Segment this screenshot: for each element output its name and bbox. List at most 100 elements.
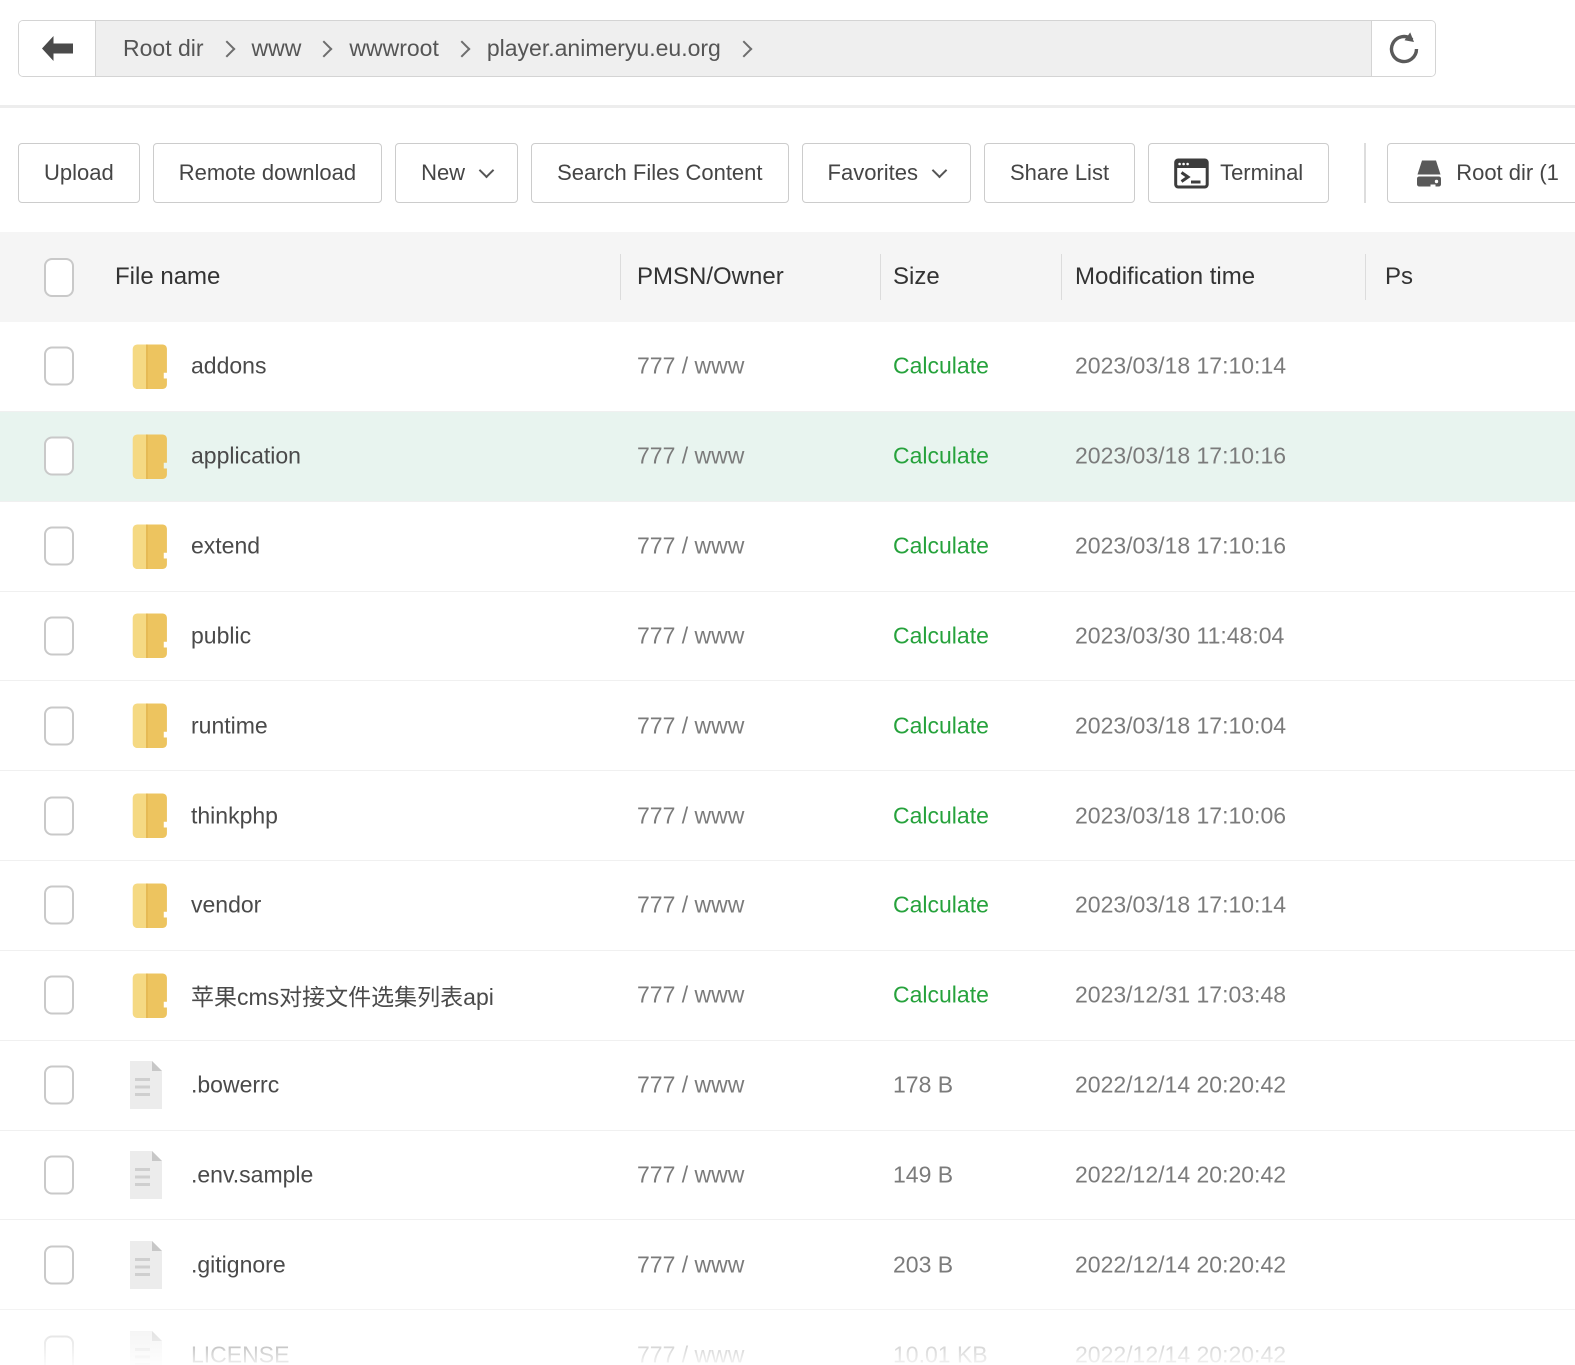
breadcrumb-item[interactable]: www	[252, 35, 302, 62]
file-name-link[interactable]: LICENSE	[191, 1341, 289, 1365]
size-calculate-link[interactable]: Calculate	[893, 443, 989, 470]
header-ps[interactable]: Ps	[1385, 263, 1413, 291]
chevron-right-icon	[218, 40, 235, 57]
table-row[interactable]: .bowerrc 777 / www 178 B 2022/12/14 20:2…	[0, 1041, 1575, 1131]
select-all-checkbox[interactable]	[44, 258, 74, 297]
table-row[interactable]: application 777 / www Calculate 2023/03/…	[0, 412, 1575, 502]
row-checkbox[interactable]	[44, 1245, 74, 1284]
file-icon	[126, 1056, 176, 1114]
terminal-icon	[1174, 158, 1209, 189]
modification-time-value: 2023/03/18 17:10:14	[1075, 353, 1286, 380]
pmsn-owner-value: 777 / www	[637, 712, 744, 739]
header-modification-time[interactable]: Modification time	[1075, 263, 1255, 291]
folder-glyph	[126, 968, 172, 1023]
size-calculate-link[interactable]: Calculate	[893, 892, 989, 919]
table-row[interactable]: vendor 777 / www Calculate 2023/03/18 17…	[0, 861, 1575, 951]
folder-icon	[126, 697, 176, 755]
file-name-link[interactable]: addons	[191, 353, 266, 380]
row-checkbox[interactable]	[44, 437, 74, 476]
row-checkbox[interactable]	[44, 1066, 74, 1105]
header-size[interactable]: Size	[893, 263, 940, 291]
root-dir-disk-button[interactable]: Root dir (1	[1387, 143, 1575, 203]
modification-time-value: 2023/12/31 17:03:48	[1075, 982, 1286, 1009]
file-name-link[interactable]: .bowerrc	[191, 1072, 279, 1099]
breadcrumb-item[interactable]: Root dir	[123, 35, 204, 62]
remote-download-button[interactable]: Remote download	[153, 143, 382, 203]
row-checkbox[interactable]	[44, 616, 74, 655]
row-checkbox[interactable]	[44, 347, 74, 386]
share-list-button[interactable]: Share List	[984, 143, 1135, 203]
pmsn-owner-value: 777 / www	[637, 622, 744, 649]
row-checkbox[interactable]	[44, 527, 74, 566]
folder-icon	[126, 517, 176, 575]
modification-time-value: 2023/03/18 17:10:16	[1075, 443, 1286, 470]
modification-time-value: 2023/03/18 17:10:14	[1075, 892, 1286, 919]
modification-time-value: 2022/12/14 20:20:42	[1075, 1072, 1286, 1099]
size-calculate-link[interactable]: Calculate	[893, 802, 989, 829]
file-toolbar: Upload Remote download New Search Files …	[18, 143, 1575, 203]
table-row[interactable]: public 777 / www Calculate 2023/03/30 11…	[0, 592, 1575, 682]
file-name-link[interactable]: application	[191, 443, 301, 470]
file-name-link[interactable]: runtime	[191, 712, 268, 739]
file-name-link[interactable]: .env.sample	[191, 1162, 313, 1189]
modification-time-value: 2022/12/14 20:20:42	[1075, 1251, 1286, 1278]
row-checkbox[interactable]	[44, 976, 74, 1015]
file-name-link[interactable]: public	[191, 622, 251, 649]
header-pmsn-owner[interactable]: PMSN/Owner	[637, 263, 784, 291]
arrow-left-icon	[39, 34, 76, 63]
new-dropdown-button[interactable]: New	[395, 143, 518, 203]
upload-button[interactable]: Upload	[18, 143, 140, 203]
table-row[interactable]: LICENSE 777 / www 10.01 KB 2022/12/14 20…	[0, 1310, 1575, 1365]
column-divider	[1365, 254, 1366, 300]
refresh-icon	[1384, 29, 1424, 69]
file-name-link[interactable]: .gitignore	[191, 1251, 286, 1278]
size-calculate-link[interactable]: Calculate	[893, 622, 989, 649]
table-row[interactable]: addons 777 / www Calculate 2023/03/18 17…	[0, 322, 1575, 412]
row-checkbox[interactable]	[44, 796, 74, 835]
size-calculate-link[interactable]: Calculate	[893, 353, 989, 380]
row-checkbox[interactable]	[44, 706, 74, 745]
search-files-content-button[interactable]: Search Files Content	[531, 143, 788, 203]
row-checkbox[interactable]	[44, 1156, 74, 1195]
favorites-dropdown-button[interactable]: Favorites	[802, 143, 971, 203]
file-name-link[interactable]: 苹果cms对接文件选集列表api	[191, 978, 494, 1012]
refresh-button[interactable]	[1371, 21, 1435, 76]
folder-glyph	[126, 698, 172, 753]
modification-time-value: 2022/12/14 20:20:42	[1075, 1341, 1286, 1365]
header-file-name[interactable]: File name	[115, 263, 220, 291]
breadcrumb-item[interactable]: player.animeryu.eu.org	[487, 35, 721, 62]
row-checkbox[interactable]	[44, 1335, 74, 1365]
folder-glyph	[126, 519, 172, 574]
row-checkbox[interactable]	[44, 886, 74, 925]
chevron-right-icon	[735, 40, 752, 57]
file-name-link[interactable]: thinkphp	[191, 802, 278, 829]
size-calculate-link[interactable]: Calculate	[893, 712, 989, 739]
table-row[interactable]: thinkphp 777 / www Calculate 2023/03/18 …	[0, 771, 1575, 861]
section-divider	[0, 105, 1575, 108]
column-divider	[620, 254, 621, 300]
breadcrumb-item[interactable]: wwwroot	[349, 35, 438, 62]
toolbar-divider	[1364, 143, 1366, 203]
table-row[interactable]: 苹果cms对接文件选集列表api 777 / www Calculate 202…	[0, 951, 1575, 1041]
file-name-link[interactable]: vendor	[191, 892, 261, 919]
size-calculate-link[interactable]: Calculate	[893, 982, 989, 1009]
back-button[interactable]	[19, 21, 96, 76]
modification-time-value: 2023/03/30 11:48:04	[1075, 622, 1284, 649]
chevron-right-icon	[453, 40, 470, 57]
file-glyph	[126, 1059, 166, 1111]
file-table-body: addons 777 / www Calculate 2023/03/18 17…	[0, 322, 1575, 1365]
file-icon	[126, 1236, 176, 1294]
file-name-link[interactable]: extend	[191, 533, 260, 560]
size-calculate-link[interactable]: Calculate	[893, 533, 989, 560]
folder-glyph	[126, 429, 172, 484]
table-row[interactable]: .env.sample 777 / www 149 B 2022/12/14 2…	[0, 1131, 1575, 1221]
breadcrumb: Root dir www wwwroot player.animeryu.eu.org	[96, 21, 1371, 76]
table-row[interactable]: runtime 777 / www Calculate 2023/03/18 1…	[0, 681, 1575, 771]
folder-glyph	[126, 339, 172, 394]
table-row[interactable]: extend 777 / www Calculate 2023/03/18 17…	[0, 502, 1575, 592]
table-row[interactable]: .gitignore 777 / www 203 B 2022/12/14 20…	[0, 1220, 1575, 1310]
terminal-button[interactable]: Terminal	[1148, 143, 1329, 203]
modification-time-value: 2023/03/18 17:10:16	[1075, 533, 1286, 560]
pmsn-owner-value: 777 / www	[637, 892, 744, 919]
file-table-header: File name PMSN/Owner Size Modification t…	[0, 232, 1575, 322]
